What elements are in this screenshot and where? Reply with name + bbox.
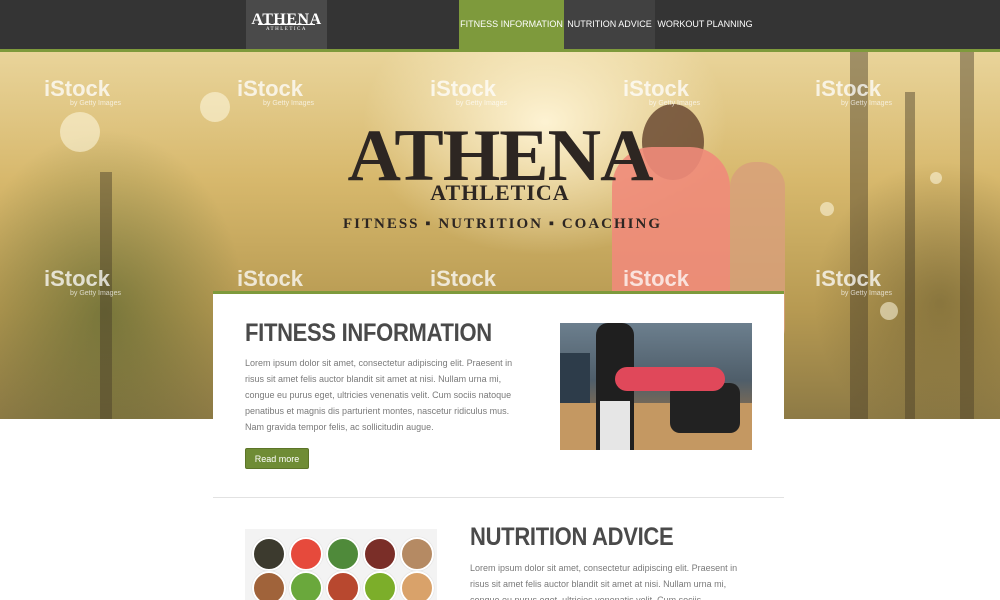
watermark: iStock [815,266,882,291]
food-bowl [326,537,360,571]
watermark-sub: by Getty Images [841,100,892,107]
logo-rule [258,24,315,25]
bokeh-light [930,172,942,184]
watermark: iStock [44,76,111,101]
tree-trunk [850,52,868,419]
watermark-sub: by Getty Images [70,100,121,107]
watermark-sub: by Getty Images [456,100,507,107]
fitness-heading: FITNESS INFORMATION [245,318,492,347]
hero-brand-subtitle: ATHLETICA [430,180,570,205]
nav-item-workout-planning[interactable]: WORKOUT PLANNING [655,0,755,49]
bokeh-light [820,202,834,216]
bokeh-light [200,92,230,122]
read-more-button[interactable]: Read more [245,448,309,469]
watermark: iStock [623,266,690,291]
watermark-sub: by Getty Images [70,290,121,297]
logo-wordmark: ATHENA [251,11,322,28]
fitness-photo [560,323,752,450]
food-bowl [289,571,323,600]
nav-item-fitness-information[interactable]: FITNESS INFORMATION [459,0,564,49]
nutrition-photo [245,529,437,600]
watermark: iStock [815,76,882,101]
nav-item-nutrition-advice[interactable]: NUTRITION ADVICE [564,0,655,49]
hero-tagline: FITNESS ▪ NUTRITION ▪ COACHING [342,216,662,232]
nutrition-heading: NUTRITION ADVICE [470,522,674,551]
tree-trunk [905,92,915,419]
food-bowl [400,571,434,600]
watermark-sub: by Getty Images [263,100,314,107]
watermark: iStock [623,76,690,101]
watermark: iStock [44,266,111,291]
food-bowl [363,571,397,600]
watermark: iStock [430,76,497,101]
site-logo[interactable]: ATHENA ATHLETICA [246,0,327,49]
food-bowl [363,537,397,571]
food-bowl [252,537,286,571]
fitness-body-text: Lorem ipsum dolor sit amet, consectetur … [245,358,513,432]
food-bowl [289,537,323,571]
watermark: iStock [237,76,304,101]
client-figure [615,367,725,391]
watermark: iStock [237,266,304,291]
food-bowl [400,537,434,571]
watermark-sub: by Getty Images [841,290,892,297]
logo-subword: ATHLETICA [266,27,307,32]
bokeh-light [880,302,898,320]
top-navigation-bar: ATHENA ATHLETICA FITNESS INFORMATION NUT… [0,0,1000,49]
section-divider [213,497,784,498]
nutrition-body-text: Lorem ipsum dolor sit amet, consectetur … [470,563,738,600]
watermark-sub: by Getty Images [649,100,700,107]
food-bowl [252,571,286,600]
food-bowl [326,571,360,600]
bokeh-light [60,112,100,152]
trainer-pants [600,401,630,450]
watermark: iStock [430,266,497,291]
tree-trunk [960,52,974,419]
